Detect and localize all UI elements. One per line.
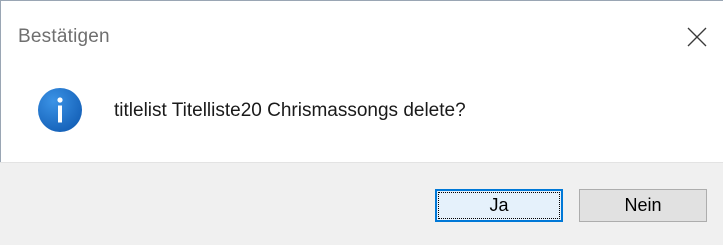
dialog-content: titlelist Titelliste20 Chrismassongs del… — [0, 60, 723, 160]
dialog-message: titlelist Titelliste20 Chrismassongs del… — [114, 100, 466, 121]
dialog-footer: Ja Nein — [0, 162, 723, 245]
focus-ring — [438, 192, 560, 219]
dialog-top-border — [0, 0, 723, 1]
no-button[interactable]: Nein — [579, 189, 707, 222]
yes-button[interactable]: Ja — [435, 189, 563, 222]
confirm-dialog: Bestätigen titlelist Titelliste20 Chrism… — [0, 0, 723, 245]
dialog-title: Bestätigen — [18, 26, 110, 47]
close-icon — [687, 27, 707, 47]
close-button[interactable] — [682, 22, 712, 52]
info-icon — [37, 87, 83, 133]
no-button-label: Nein — [624, 195, 662, 215]
